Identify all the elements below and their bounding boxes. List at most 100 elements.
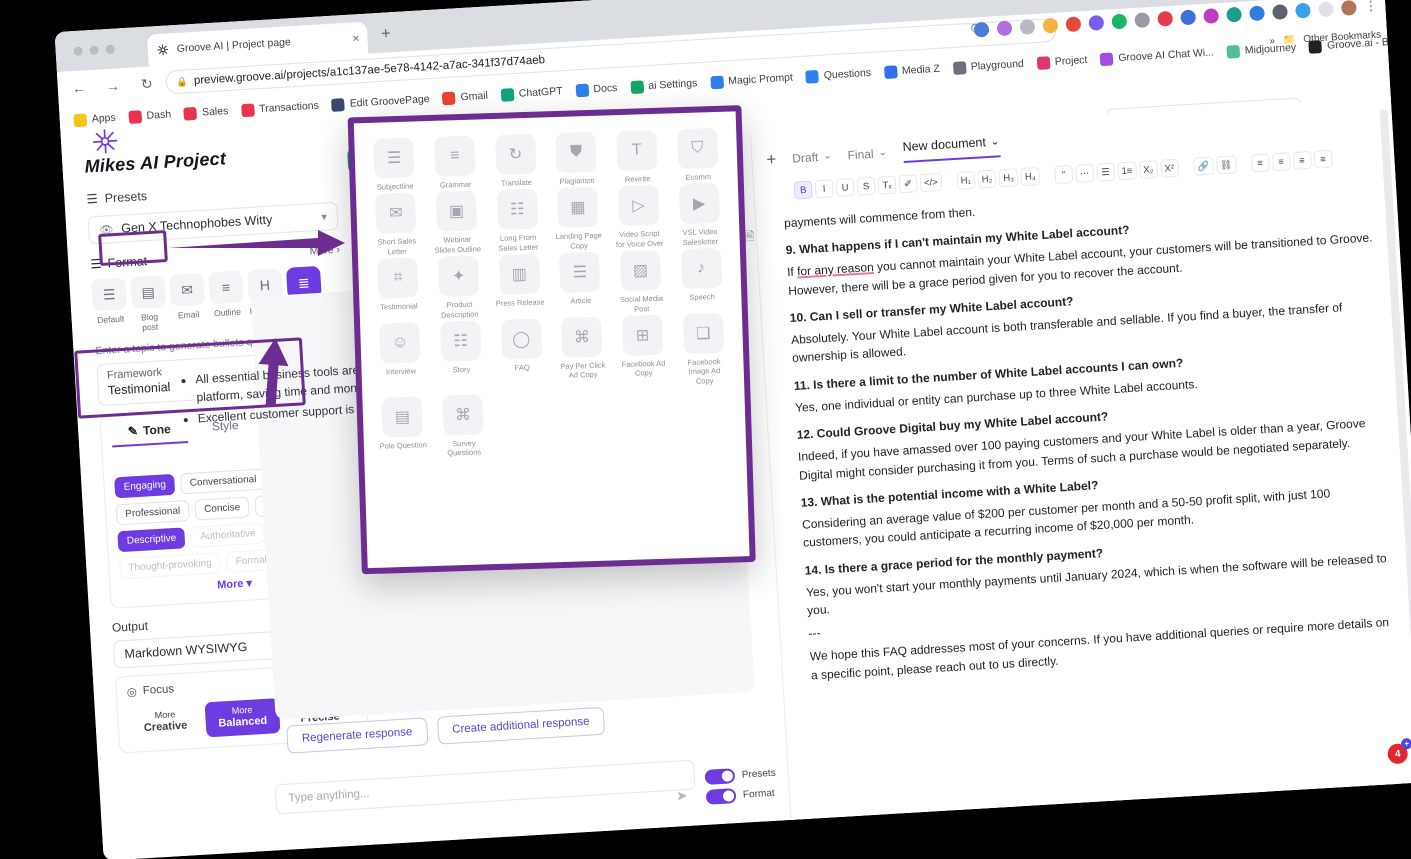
template-item-landing-page-copy[interactable]: ▦ Landing Page Copy <box>548 187 609 252</box>
extension-icon[interactable] <box>1088 14 1105 31</box>
browser-menu-icon[interactable]: ⋮ <box>1364 0 1378 14</box>
template-item-pole-question[interactable]: ▤ Pole Question <box>372 396 433 461</box>
composer-toggle-format[interactable]: Format <box>705 786 778 805</box>
extension-icon[interactable] <box>1317 0 1334 17</box>
extension-icon[interactable] <box>1180 8 1197 25</box>
template-item-faq[interactable]: ◯ FAQ <box>491 318 552 392</box>
bookmark-item[interactable]: Dash <box>128 108 171 124</box>
extension-icon[interactable] <box>1272 3 1288 20</box>
template-item-webinar-slides-outline[interactable]: ▣ Webinar Slides Outline <box>427 190 488 256</box>
presets-row[interactable]: ☰ Presets <box>86 177 336 206</box>
extension-icon[interactable] <box>1111 13 1128 29</box>
template-item-interview[interactable]: ☺ Interview <box>370 322 431 396</box>
tone-chip-professional[interactable]: Professional <box>115 500 190 526</box>
bookmark-item[interactable]: Magic Prompt <box>709 71 793 89</box>
chat-input[interactable]: Type anything... <box>274 759 696 815</box>
bookmark-item[interactable]: Playground <box>952 57 1024 75</box>
template-item-vsl-video-salesletter[interactable]: ▶ VSL Video Salesletter <box>669 183 730 248</box>
template-item-long-from-sales-letter[interactable]: ☷ Long From Sales Letter <box>487 189 548 254</box>
toolbar-button-H[interactable]: H₂ <box>977 169 997 189</box>
template-item-video-script-for-voice-over[interactable]: ▷ Video Script for Voice Over <box>609 185 670 250</box>
template-item-survey-questions[interactable]: ⌘ Survey Questions <box>433 394 494 459</box>
focus-option-creative[interactable]: More Creative <box>128 703 203 742</box>
template-item-subjectline[interactable]: ☰ Subjectline <box>364 137 424 192</box>
extension-icon[interactable] <box>1157 10 1174 27</box>
template-item-translate[interactable]: ↻ Translate <box>486 133 546 188</box>
bookmark-item[interactable]: ai Settings <box>629 77 698 94</box>
send-icon[interactable]: ➤ <box>675 787 688 805</box>
tone-chip-authoritative[interactable]: Authoritative <box>190 522 266 548</box>
toolbar-button-X[interactable]: X² <box>1159 158 1179 178</box>
toolbar-button-X[interactable]: X₂ <box>1138 160 1158 180</box>
focus-option-balanced[interactable]: More Balanced <box>204 698 281 738</box>
toolbar-button-U[interactable]: U <box>835 178 855 198</box>
toolbar-button-1[interactable]: 1≡ <box>1117 161 1137 181</box>
toolbar-button-[interactable]: ⛓ <box>1215 155 1237 175</box>
template-item-ecomm[interactable]: ⛉ Ecomm <box>667 127 727 183</box>
toolbar-button-[interactable]: ≡ <box>1250 153 1270 173</box>
document-file-icon[interactable]: 🗎 <box>744 227 755 249</box>
toolbar-button-[interactable]: ≡ <box>1271 152 1291 172</box>
template-item-facebook-ad-copy[interactable]: ⊞ Facebook Ad Copy <box>613 314 674 388</box>
document-tab-new-document[interactable]: New document ⌄ <box>902 134 1001 164</box>
template-item-social-media-post[interactable]: ▨ Social Media Post <box>611 249 672 315</box>
extension-icon[interactable] <box>1249 4 1265 21</box>
toolbar-button-[interactable]: ≡ <box>1292 150 1312 170</box>
toolbar-button-[interactable]: 🔗 <box>1192 156 1214 176</box>
back-icon[interactable]: ← <box>65 74 92 101</box>
extension-icon[interactable] <box>1226 6 1242 23</box>
add-document-button[interactable]: + <box>766 149 777 170</box>
bookmarks-overflow-icon[interactable]: » <box>1269 36 1275 47</box>
extension-icon[interactable] <box>996 19 1013 36</box>
format-more-link[interactable]: More › <box>309 243 340 257</box>
composer-toggle-presets[interactable]: Presets <box>704 766 776 785</box>
reload-icon[interactable]: ↻ <box>133 70 160 97</box>
templates-popup[interactable]: ☰ Subjectline ≡ Grammar ↻ Translate ⛊ Plagiaris… <box>347 105 756 575</box>
tone-chip-thought-provoking[interactable]: Thought-provoking <box>118 552 222 580</box>
template-item-press-release[interactable]: ▥ Press Release <box>489 253 550 318</box>
toolbar-button-H[interactable]: H₁ <box>956 170 976 190</box>
bookmark-item[interactable]: Transactions <box>240 99 319 117</box>
bookmark-item[interactable]: Questions <box>805 66 871 84</box>
toolbar-button-H[interactable]: H₃ <box>998 168 1019 188</box>
extension-icon[interactable] <box>973 21 990 38</box>
format-tile-default[interactable]: ☰ Default <box>91 277 128 335</box>
tone-chip-conversational[interactable]: Conversational <box>180 468 267 495</box>
template-item-short-sales-letter[interactable]: ✉ Short Sales Letter <box>366 192 427 258</box>
template-item-article[interactable]: ☰ Article <box>550 251 611 317</box>
template-item-product-description[interactable]: ✦ Product Description <box>429 255 490 320</box>
avatar[interactable] <box>1340 0 1357 16</box>
extension-icon[interactable] <box>1295 2 1311 19</box>
bookmark-item[interactable]: Groove AI Chat Wi... <box>1099 46 1214 66</box>
toolbar-button-T[interactable]: Tₓ <box>877 175 897 195</box>
new-tab-button[interactable]: + <box>381 25 391 43</box>
bookmark-item[interactable]: Gmail <box>442 89 488 105</box>
format-tile-email[interactable]: ✉ Email <box>169 272 206 331</box>
extension-icon[interactable] <box>1042 17 1059 34</box>
toggle-switch[interactable] <box>704 768 736 785</box>
forward-icon[interactable]: → <box>99 72 126 99</box>
toolbar-button-[interactable]: ⋯ <box>1075 163 1095 183</box>
template-item-rewrite[interactable]: T Rewrite <box>607 129 667 185</box>
extension-icon[interactable] <box>1134 11 1151 28</box>
extension-icon[interactable] <box>1019 18 1036 35</box>
document-tab-final[interactable]: Final ⌄ <box>847 146 887 162</box>
bookmark-item[interactable]: ChatGPT <box>500 85 563 102</box>
toolbar-button-H[interactable]: H₄ <box>1020 167 1041 187</box>
tone-chip-concise[interactable]: Concise <box>194 496 250 521</box>
document-tab-draft[interactable]: Draft ⌄ <box>792 149 832 166</box>
format-tile-outline[interactable]: ≡ Outline <box>208 270 245 328</box>
bookmark-item[interactable]: Sales <box>183 105 229 121</box>
template-item-plagiarism[interactable]: ⛊ Plagiarism <box>546 131 606 186</box>
template-item-grammar[interactable]: ≡ Grammar <box>425 135 485 190</box>
template-item-story[interactable]: ☷ Story <box>431 320 492 394</box>
toolbar-button-I[interactable]: I <box>814 179 834 199</box>
format-tile-blog-post[interactable]: ▤ Blog post <box>130 275 167 333</box>
toolbar-button-[interactable]: “ <box>1054 165 1074 185</box>
extension-icon[interactable] <box>1203 7 1220 24</box>
toggle-switch[interactable] <box>705 788 737 805</box>
toolbar-button-[interactable]: ≡ <box>1313 149 1333 169</box>
template-item-speech[interactable]: ♪ Speech <box>671 248 732 313</box>
template-item-pay-per-click-ad-copy[interactable]: ⌘ Pay Per Click Ad Copy <box>552 316 613 390</box>
extension-icon[interactable] <box>1065 15 1082 32</box>
